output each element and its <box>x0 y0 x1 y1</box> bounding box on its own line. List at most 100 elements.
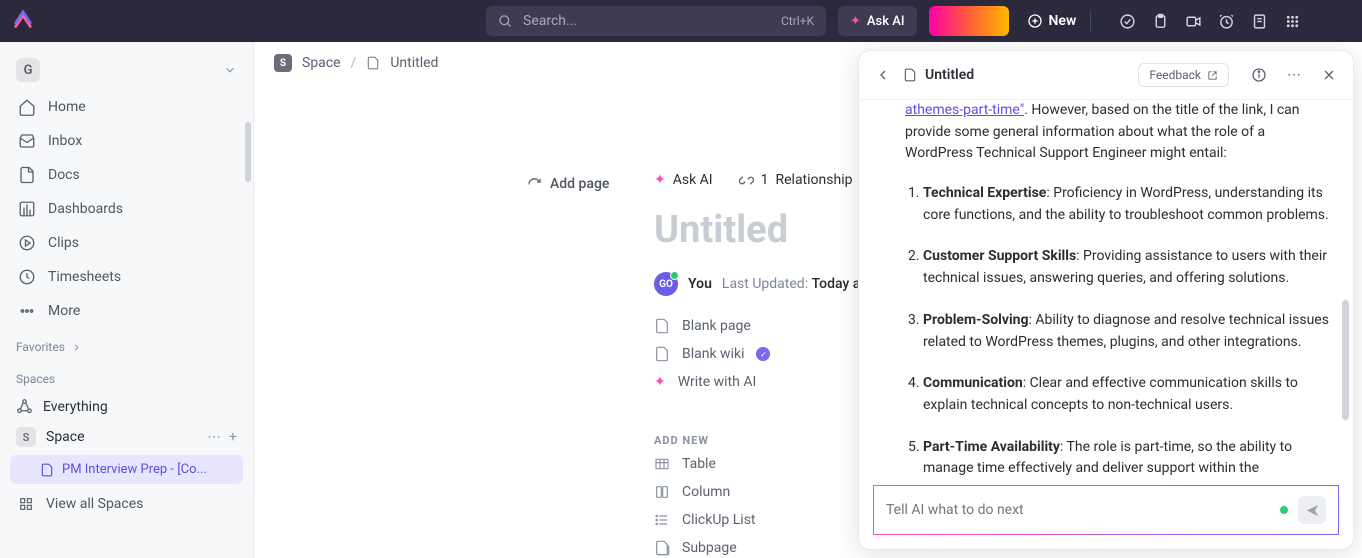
crumb-space-badge[interactable]: S <box>274 54 292 72</box>
refresh-icon <box>527 177 542 192</box>
topbar: Search... Ctrl+K ✦ Ask AI New <box>0 0 1362 42</box>
alarm-icon[interactable] <box>1218 13 1235 30</box>
ai-panel-title: Untitled <box>903 67 1126 83</box>
timesheet-icon <box>18 268 36 286</box>
ai-list-item: Communication: Clear and effective commu… <box>923 373 1331 416</box>
upgrade-button[interactable] <box>929 6 1009 36</box>
page-options: Blank page Blank wiki✓ ✦Write with AI <box>654 318 770 390</box>
sidebar-scrollbar[interactable] <box>245 122 251 182</box>
info-icon[interactable] <box>1251 67 1267 83</box>
spaces-section: Spaces <box>0 360 253 392</box>
nav-more[interactable]: More <box>0 294 253 328</box>
doc-icon <box>903 68 917 82</box>
close-icon[interactable] <box>1321 67 1337 83</box>
page-title[interactable]: Untitled <box>654 208 788 252</box>
plus-circle-icon <box>1027 13 1043 29</box>
author-name: You <box>688 276 712 292</box>
opt-blank-wiki[interactable]: Blank wiki✓ <box>654 346 770 362</box>
nav-inbox[interactable]: Inbox <box>0 124 253 158</box>
crumb-doc[interactable]: Untitled <box>390 55 438 71</box>
addnew-subpage[interactable]: Subpage <box>654 540 756 556</box>
main-content: S Space / Untitled Add page ✦Ask AI 1Rel… <box>254 42 1362 558</box>
home-icon <box>18 98 36 116</box>
nav-dashboards[interactable]: Dashboards <box>0 192 253 226</box>
addnew-clickup-list[interactable]: ClickUp List <box>654 512 756 528</box>
online-indicator-icon <box>1280 506 1288 514</box>
space-subitem-active[interactable]: PM Interview Prep - [Co... <box>10 455 243 484</box>
external-icon <box>1207 70 1218 81</box>
opt-blank-page[interactable]: Blank page <box>654 318 770 334</box>
apps-grid-icon[interactable] <box>1284 13 1301 30</box>
clipboard-icon[interactable] <box>1152 13 1169 30</box>
ai-panel: Untitled Feedback ⋯ athemes-part-time". … <box>858 50 1354 550</box>
sparkle-icon: ✦ <box>654 172 666 188</box>
send-button[interactable] <box>1298 496 1326 524</box>
author-avatar[interactable]: GO <box>654 272 678 296</box>
opt-write-ai[interactable]: ✦Write with AI <box>654 374 770 390</box>
ai-panel-header: Untitled Feedback ⋯ <box>859 51 1353 100</box>
subpage-icon <box>654 540 670 556</box>
search-icon <box>498 14 513 29</box>
space-add-icon[interactable]: + <box>229 429 237 445</box>
search-shortcut: Ctrl+K <box>781 14 814 28</box>
space-item[interactable]: S Space ⋯ + <box>0 421 253 453</box>
column-icon <box>654 484 670 500</box>
chevron-right-icon <box>71 342 82 353</box>
add-page-button[interactable]: Add page <box>527 176 609 192</box>
sparkle-icon: ✦ <box>654 374 666 390</box>
favorites-section[interactable]: Favorites <box>0 328 253 360</box>
addnew-column[interactable]: Column <box>654 484 756 500</box>
space-everything[interactable]: Everything <box>0 392 253 421</box>
feedback-button[interactable]: Feedback <box>1138 63 1229 87</box>
sidebar: G Home Inbox Docs Dashboards Clips Times… <box>0 42 254 558</box>
doc-icon <box>40 463 54 477</box>
nav-timesheets[interactable]: Timesheets <box>0 260 253 294</box>
chevron-down-icon <box>223 63 237 77</box>
ai-list-item: Customer Support Skills: Providing assis… <box>923 246 1331 289</box>
docs-icon <box>18 166 36 184</box>
nav-clips[interactable]: Clips <box>0 226 253 260</box>
more-icon <box>18 302 36 320</box>
sparkle-icon: ✦ <box>850 14 861 29</box>
grid-icon <box>18 496 34 512</box>
link-icon <box>739 173 754 188</box>
view-all-spaces[interactable]: View all Spaces <box>0 486 253 522</box>
doc-icon <box>366 56 380 70</box>
dashboard-icon <box>18 200 36 218</box>
crumb-space[interactable]: Space <box>302 55 341 71</box>
addnew-list: Table Column ClickUp List Subpage <box>654 456 756 556</box>
relationship-button[interactable]: 1Relationship <box>739 172 853 188</box>
page-icon <box>654 346 670 362</box>
video-icon[interactable] <box>1185 13 1202 30</box>
search-placeholder: Search... <box>523 13 577 29</box>
ai-list-item: Part-Time Availability: The role is part… <box>923 437 1331 477</box>
topbar-icons <box>1119 13 1301 30</box>
notepad-icon[interactable] <box>1251 13 1268 30</box>
page-ask-ai[interactable]: ✦Ask AI <box>654 172 713 188</box>
workspace-badge: G <box>16 58 40 82</box>
workspace-switcher[interactable]: G <box>0 50 253 90</box>
check-circle-icon[interactable] <box>1119 13 1136 30</box>
page-icon <box>654 318 670 334</box>
ai-scrollbar[interactable] <box>1342 300 1349 420</box>
more-icon[interactable]: ⋯ <box>1287 67 1301 83</box>
ask-ai-button[interactable]: ✦ Ask AI <box>838 6 917 36</box>
nav-docs[interactable]: Docs <box>0 158 253 192</box>
ai-link[interactable]: athemes-part-time" <box>905 102 1024 118</box>
global-search[interactable]: Search... Ctrl+K <box>486 6 826 36</box>
new-button[interactable]: New <box>1027 13 1077 29</box>
verified-badge-icon: ✓ <box>756 347 770 361</box>
space-more-icon[interactable]: ⋯ <box>207 429 221 445</box>
network-icon <box>16 398 33 415</box>
ai-list: Technical Expertise: Proficiency in Word… <box>905 183 1331 477</box>
nav-home[interactable]: Home <box>0 90 253 124</box>
addnew-heading: ADD NEW <box>654 434 709 447</box>
ai-text-input[interactable] <box>886 502 1270 518</box>
ai-input[interactable] <box>873 485 1339 535</box>
ai-list-item: Problem-Solving: Ability to diagnose and… <box>923 310 1331 353</box>
addnew-table[interactable]: Table <box>654 456 756 472</box>
table-icon <box>654 456 670 472</box>
back-icon[interactable] <box>875 67 891 83</box>
app-logo-icon <box>12 10 34 32</box>
ai-list-item: Technical Expertise: Proficiency in Word… <box>923 183 1331 226</box>
